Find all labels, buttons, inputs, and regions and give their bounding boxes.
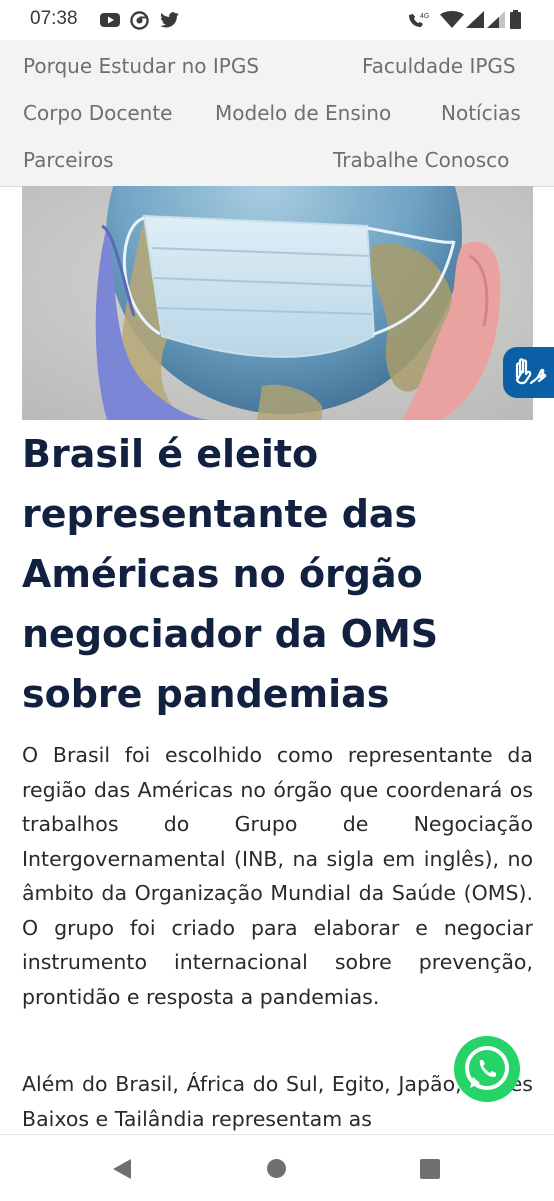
- title-line: negociador da OMS: [22, 612, 439, 656]
- nav-link-corpo-docente[interactable]: Corpo Docente: [23, 101, 172, 125]
- nav-link-porque-estudar[interactable]: Porque Estudar no IPGS: [23, 54, 259, 78]
- whatsapp-icon: [454, 1036, 520, 1102]
- accessibility-button[interactable]: [503, 347, 554, 398]
- whatsapp-button[interactable]: [453, 1035, 521, 1103]
- sign-language-hands-icon: [515, 358, 547, 385]
- wifi-calling-icon: 4G: [409, 13, 429, 27]
- status-time: 07:38: [30, 8, 78, 29]
- twitter-icon: [160, 12, 179, 28]
- signal-icon: [487, 11, 505, 28]
- chrome-icon: [130, 11, 149, 30]
- nav-link-noticias[interactable]: Notícias: [441, 101, 521, 125]
- title-line: sobre pandemias: [22, 672, 390, 716]
- youtube-icon: [100, 13, 120, 27]
- article-hero-image: [22, 186, 533, 420]
- nav-link-faculdade[interactable]: Faculdade IPGS: [362, 54, 516, 78]
- title-line: representante das: [22, 492, 418, 536]
- network-type-label: 4G: [420, 13, 429, 20]
- recents-icon[interactable]: [420, 1159, 440, 1179]
- site-navigation: Porque Estudar no IPGS Faculdade IPGS Co…: [0, 40, 554, 187]
- battery-icon: [510, 10, 521, 29]
- article-paragraph-1: O Brasil foi escolhido como representant…: [22, 743, 533, 1009]
- nav-link-modelo-ensino[interactable]: Modelo de Ensino: [215, 101, 391, 125]
- home-icon[interactable]: [266, 1158, 287, 1179]
- android-navigation-bar: [0, 1134, 554, 1201]
- nav-link-trabalhe-conosco[interactable]: Trabalhe Conosco: [333, 148, 509, 172]
- nav-link-parceiros[interactable]: Parceiros: [23, 148, 114, 172]
- title-line: Brasil é eleito: [22, 432, 319, 476]
- status-bar: 07:38 4G: [0, 0, 554, 40]
- article-title: Brasil é eleito representante das Améric…: [22, 424, 542, 724]
- globe-mask-illustration: [22, 186, 533, 420]
- signal-icon: [466, 11, 484, 28]
- title-line: Américas no órgão: [22, 552, 423, 596]
- wifi-icon: [440, 11, 464, 28]
- back-icon[interactable]: [112, 1158, 132, 1180]
